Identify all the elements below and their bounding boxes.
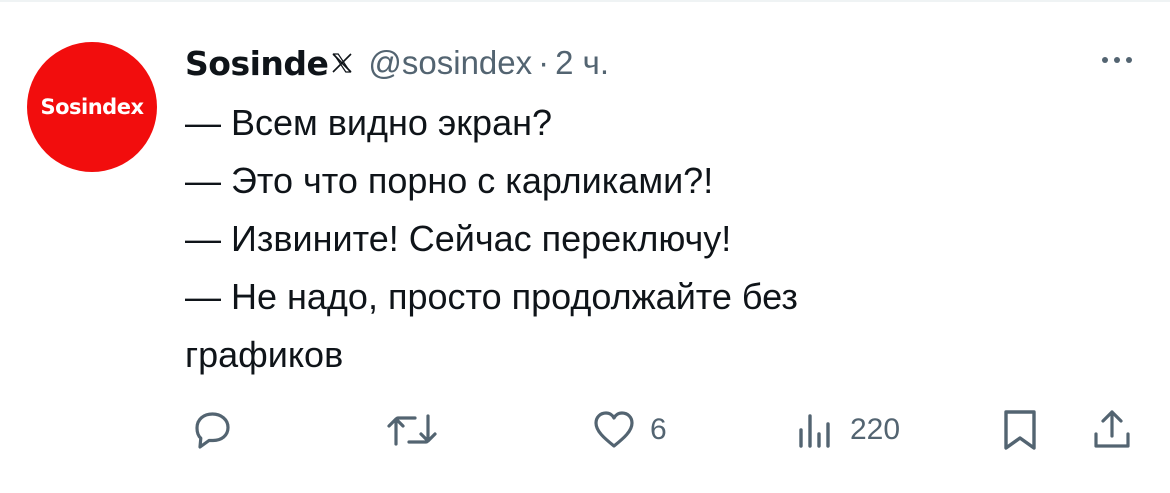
x-logo-icon	[330, 51, 354, 75]
share-icon	[1090, 406, 1134, 454]
tweet-header: Sosinde @sosindex · 2 ч.	[185, 38, 609, 88]
avatar[interactable]: Sosindex	[27, 42, 157, 172]
tweet-line: — Всем видно экран?	[185, 102, 552, 143]
author-handle[interactable]: @sosindex	[368, 44, 532, 82]
reply-button[interactable]	[188, 404, 236, 456]
tweet-line: графиков	[185, 334, 344, 375]
top-divider	[0, 0, 1170, 2]
timestamp[interactable]: 2 ч.	[555, 44, 609, 82]
retweet-button[interactable]	[386, 404, 438, 456]
views-button[interactable]: 220	[794, 404, 900, 456]
avatar-label: Sosindex	[40, 95, 144, 119]
heart-icon	[590, 406, 638, 454]
share-button[interactable]	[1090, 404, 1134, 456]
views-icon	[794, 406, 838, 454]
retweet-icon	[386, 406, 438, 454]
tweet-line: — Это что порно с карликами?!	[185, 160, 714, 201]
like-button[interactable]: 6	[590, 404, 667, 456]
bookmark-button[interactable]	[1000, 404, 1040, 456]
tweet-line: — Извините! Сейчас переключу!	[185, 218, 732, 259]
more-icon[interactable]	[1093, 50, 1141, 70]
views-count: 220	[850, 413, 901, 446]
reply-icon	[188, 406, 236, 454]
author-name[interactable]: Sosinde	[185, 44, 329, 83]
tweet-text: — Всем видно экран? — Это что порно с ка…	[185, 94, 1085, 384]
bookmark-icon	[1000, 406, 1040, 454]
action-bar: 6 220	[0, 404, 1170, 456]
tweet-line: — Не надо, просто продолжайте без	[185, 276, 798, 317]
like-count: 6	[650, 413, 667, 446]
separator-dot: ·	[538, 44, 550, 81]
